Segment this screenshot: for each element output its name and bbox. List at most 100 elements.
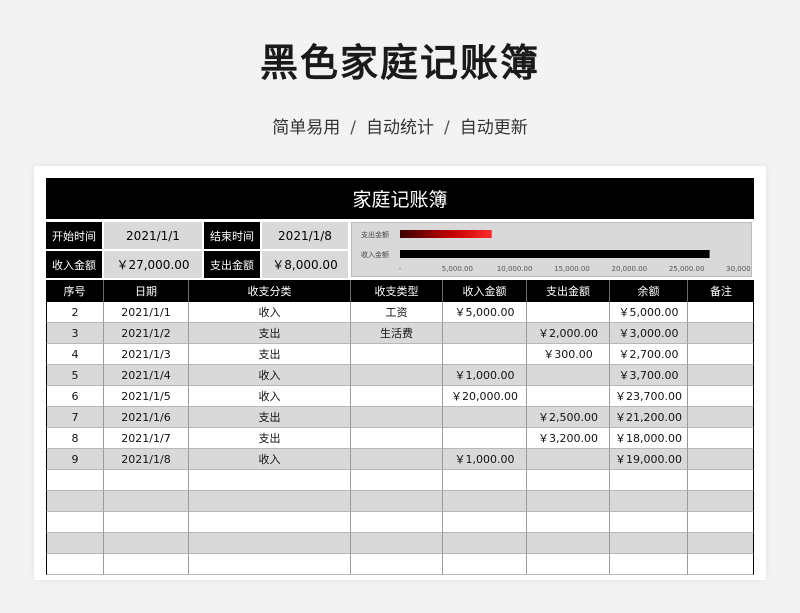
- cell-col-balance[interactable]: ￥3,000.00: [610, 323, 688, 344]
- cell-col-type[interactable]: [351, 344, 443, 365]
- cell-col-note[interactable]: [688, 302, 754, 323]
- cell-col-note[interactable]: [688, 512, 754, 533]
- cell-col-balance[interactable]: [610, 470, 688, 491]
- cell-col-date[interactable]: [104, 554, 189, 575]
- cell-col-expense[interactable]: ￥300.00: [527, 344, 610, 365]
- cell-col-category[interactable]: 支出: [189, 407, 351, 428]
- cell-col-income[interactable]: [443, 428, 527, 449]
- cell-col-balance[interactable]: [610, 554, 688, 575]
- cell-col-note[interactable]: [688, 386, 754, 407]
- cell-col-index[interactable]: [46, 512, 104, 533]
- cell-col-note[interactable]: [688, 554, 754, 575]
- cell-col-index[interactable]: [46, 554, 104, 575]
- cell-col-date[interactable]: [104, 512, 189, 533]
- cell-col-expense[interactable]: ￥2,500.00: [527, 407, 610, 428]
- cell-col-index[interactable]: 8: [46, 428, 104, 449]
- cell-col-index[interactable]: 2: [46, 302, 104, 323]
- cell-col-date[interactable]: 2021/1/5: [104, 386, 189, 407]
- cell-col-category[interactable]: 收入: [189, 449, 351, 470]
- cell-col-date[interactable]: 2021/1/8: [104, 449, 189, 470]
- end-time-value[interactable]: 2021/1/8: [262, 222, 348, 249]
- cell-col-note[interactable]: [688, 407, 754, 428]
- cell-col-income[interactable]: [443, 407, 527, 428]
- cell-col-type[interactable]: [351, 533, 443, 554]
- header-col-index[interactable]: 序号: [46, 280, 104, 302]
- cell-col-balance[interactable]: [610, 533, 688, 554]
- cell-col-expense[interactable]: ￥2,000.00: [527, 323, 610, 344]
- cell-col-category[interactable]: [189, 470, 351, 491]
- cell-col-index[interactable]: 3: [46, 323, 104, 344]
- header-col-date[interactable]: 日期: [104, 280, 189, 302]
- cell-col-income[interactable]: [443, 512, 527, 533]
- cell-col-type[interactable]: [351, 470, 443, 491]
- cell-col-category[interactable]: [189, 533, 351, 554]
- cell-col-income[interactable]: [443, 533, 527, 554]
- cell-col-income[interactable]: ￥1,000.00: [443, 449, 527, 470]
- cell-col-index[interactable]: 9: [46, 449, 104, 470]
- cell-col-category[interactable]: 收入: [189, 386, 351, 407]
- cell-col-category[interactable]: [189, 512, 351, 533]
- cell-col-date[interactable]: [104, 470, 189, 491]
- header-col-income[interactable]: 收入金额: [443, 280, 527, 302]
- cell-col-index[interactable]: 5: [46, 365, 104, 386]
- header-col-expense[interactable]: 支出金额: [527, 280, 610, 302]
- cell-col-type[interactable]: 工资: [351, 302, 443, 323]
- cell-col-balance[interactable]: [610, 512, 688, 533]
- start-time-label[interactable]: 开始时间: [46, 222, 102, 249]
- cell-col-date[interactable]: [104, 491, 189, 512]
- cell-col-expense[interactable]: [527, 554, 610, 575]
- cell-col-type[interactable]: [351, 491, 443, 512]
- cell-col-note[interactable]: [688, 344, 754, 365]
- cell-col-expense[interactable]: [527, 386, 610, 407]
- expense-bar[interactable]: [400, 230, 492, 238]
- cell-col-expense[interactable]: [527, 533, 610, 554]
- cell-col-note[interactable]: [688, 323, 754, 344]
- cell-col-expense[interactable]: [527, 470, 610, 491]
- cell-col-balance[interactable]: ￥3,700.00: [610, 365, 688, 386]
- cell-col-index[interactable]: 6: [46, 386, 104, 407]
- cell-col-note[interactable]: [688, 470, 754, 491]
- cell-col-date[interactable]: 2021/1/3: [104, 344, 189, 365]
- cell-col-type[interactable]: [351, 554, 443, 575]
- cell-col-expense[interactable]: [527, 365, 610, 386]
- cell-col-income[interactable]: [443, 554, 527, 575]
- cell-col-expense[interactable]: ￥3,200.00: [527, 428, 610, 449]
- header-col-note[interactable]: 备注: [688, 280, 754, 302]
- cell-col-date[interactable]: 2021/1/4: [104, 365, 189, 386]
- cell-col-type[interactable]: [351, 365, 443, 386]
- cell-col-income[interactable]: [443, 491, 527, 512]
- cell-col-category[interactable]: 支出: [189, 428, 351, 449]
- cell-col-expense[interactable]: [527, 491, 610, 512]
- cell-col-expense[interactable]: [527, 512, 610, 533]
- cell-col-note[interactable]: [688, 428, 754, 449]
- income-total-value[interactable]: ￥27,000.00: [104, 251, 202, 278]
- cell-col-income[interactable]: [443, 344, 527, 365]
- cell-col-note[interactable]: [688, 533, 754, 554]
- header-col-type[interactable]: 收支类型: [351, 280, 443, 302]
- cell-col-index[interactable]: [46, 491, 104, 512]
- cell-col-index[interactable]: 7: [46, 407, 104, 428]
- cell-col-income[interactable]: [443, 470, 527, 491]
- cell-col-category[interactable]: 收入: [189, 365, 351, 386]
- cell-col-category[interactable]: 支出: [189, 344, 351, 365]
- cell-col-balance[interactable]: ￥23,700.00: [610, 386, 688, 407]
- cell-col-date[interactable]: [104, 533, 189, 554]
- cell-col-category[interactable]: 收入: [189, 302, 351, 323]
- cell-col-income[interactable]: ￥5,000.00: [443, 302, 527, 323]
- cell-col-type[interactable]: [351, 407, 443, 428]
- cell-col-income[interactable]: ￥1,000.00: [443, 365, 527, 386]
- cell-col-category[interactable]: [189, 554, 351, 575]
- cell-col-date[interactable]: 2021/1/6: [104, 407, 189, 428]
- cell-col-type[interactable]: [351, 386, 443, 407]
- income-bar[interactable]: [400, 250, 710, 258]
- cell-col-balance[interactable]: ￥5,000.00: [610, 302, 688, 323]
- sheet-title[interactable]: 家庭记账簿: [46, 178, 754, 219]
- expense-total-value[interactable]: ￥8,000.00: [262, 251, 348, 278]
- cell-col-note[interactable]: [688, 365, 754, 386]
- cell-col-balance[interactable]: [610, 491, 688, 512]
- cell-col-category[interactable]: [189, 491, 351, 512]
- start-time-value[interactable]: 2021/1/1: [104, 222, 202, 249]
- cell-col-index[interactable]: [46, 533, 104, 554]
- cell-col-note[interactable]: [688, 491, 754, 512]
- cell-col-balance[interactable]: ￥2,700.00: [610, 344, 688, 365]
